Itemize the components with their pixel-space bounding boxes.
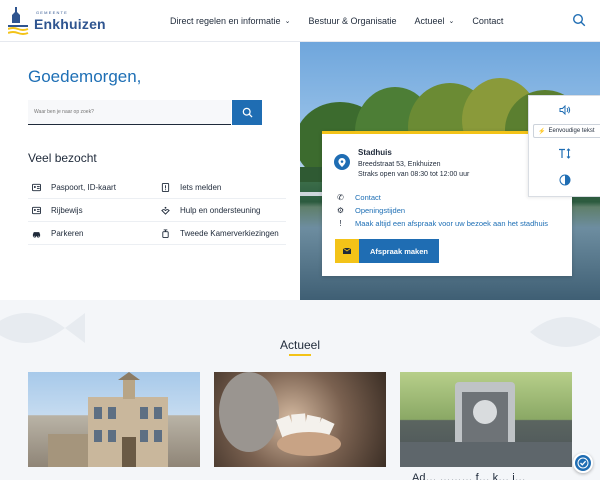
link-hulp[interactable]: Hulp en ondersteuning [157,199,286,221]
nav-direct-regelen[interactable]: Direct regelen en informatie ⌄ [170,16,290,26]
license-icon [32,206,41,214]
support-icon [161,206,170,215]
welcome-panel: Goedemorgen, Veel bezocht Paspoort, ID-k… [0,42,300,300]
contact-link[interactable]: Contact [355,193,381,202]
card-opening: Straks open van 08:30 tot 12:00 uur [358,171,470,178]
hours-row[interactable]: ⚙ Openingstijden [336,205,405,216]
notice-link[interactable]: Maak altijd een afspraak voor uw bezoek … [355,219,548,228]
contrast-button[interactable] [529,173,600,187]
news-title: Actueel [279,338,321,352]
text-size-icon [559,147,571,159]
search-icon[interactable] [572,13,586,27]
nav-actueel[interactable]: Actueel ⌄ [414,16,454,26]
link-label: Parkeren [51,228,84,238]
exclamation-icon: ! [339,219,342,228]
speaker-icon [559,105,571,115]
contact-row[interactable]: ✆ Contact [336,192,381,203]
appointment-button[interactable]: Afspraak maken [335,239,439,263]
card-address: Breedstraat 53, Enkhuizen [358,161,441,168]
nav-bestuur[interactable]: Bestuur & Organisatie [308,16,396,26]
link-row: Rijbewijs Hulp en ondersteuning [28,199,286,222]
phone-icon: ✆ [337,193,344,202]
nav-label: Direct regelen en informatie [170,16,281,26]
link-label: Tweede Kamerverkiezingen [180,228,279,238]
link-iets-melden[interactable]: Iets melden [157,176,286,198]
easy-text-button[interactable]: ⚡ Eenvoudige tekst [533,124,600,138]
popular-title: Veel bezocht [28,151,97,165]
chevron-down-icon: ⌄ [448,18,455,25]
location-pin-icon [334,154,350,170]
search-field-wrapper [28,100,231,125]
easy-text-label: Eenvoudige tekst [548,128,595,134]
logo-small-text: GEMEENTE [36,10,69,15]
accessibility-toolbar: ⚡ Eenvoudige tekst [528,95,600,197]
car-icon [32,231,41,238]
id-card-icon [32,183,41,191]
text-size-button[interactable] [529,146,600,160]
link-parkeren[interactable]: Parkeren [28,222,157,244]
ballot-icon [162,228,169,238]
report-icon [161,182,170,192]
news-card-image[interactable] [214,372,386,467]
container-photo [400,382,572,467]
link-label: Rijbewijs [51,205,83,215]
link-row: Parkeren Tweede Kamerverkiezingen [28,222,286,245]
link-rijbewijs[interactable]: Rijbewijs [28,199,157,221]
hours-link[interactable]: Openingstijden [355,206,405,215]
news-caption: Ad… ……… f… k… i… [412,472,526,480]
notice-row[interactable]: ! Maak altijd een afspraak voor uw bezoe… [336,218,548,229]
logo[interactable]: GEMEENTE Enkhuizen [8,5,106,37]
appointment-label: Afspraak maken [359,239,439,263]
contrast-icon [559,174,571,186]
popular-links: Paspoort, ID-kaart Iets melden Rijbewijs… [28,176,286,245]
cards-photo [219,372,341,456]
mail-icon [335,239,359,263]
nav-label: Actueel [414,16,445,26]
nav-label: Bestuur & Organisatie [308,16,397,26]
link-row: Paspoort, ID-kaart Iets melden [28,176,286,199]
link-verkiezingen[interactable]: Tweede Kamerverkiezingen [157,222,286,244]
town-hall-photo [48,372,168,467]
accessibility-fab[interactable] [573,453,593,473]
news-card-image[interactable] [28,372,200,467]
clock-icon: ⚙ [336,206,345,215]
bolt-icon: ⚡ [538,128,546,135]
fish-decoration-icon [530,317,600,347]
card-title: Stadhuis [358,148,392,157]
search-button[interactable] [232,100,262,125]
logo-mark-icon [8,7,29,35]
link-paspoort[interactable]: Paspoort, ID-kaart [28,176,157,198]
main-nav: Direct regelen en informatie ⌄ Bestuur &… [170,0,503,42]
read-aloud-button[interactable] [529,103,600,117]
search-input[interactable] [28,100,231,124]
link-label: Paspoort, ID-kaart [51,182,116,192]
link-label: Hulp en ondersteuning [180,205,261,215]
news-card-image[interactable] [400,372,572,467]
link-label: Iets melden [180,182,222,192]
logo-name: Enkhuizen [34,16,106,32]
news-section: Actueel [0,300,600,480]
greeting: Goedemorgen, [28,67,142,86]
news-title-underline [289,354,311,356]
chevron-down-icon: ⌄ [284,18,291,25]
nav-label: Contact [472,16,504,26]
search-icon [242,107,253,118]
accessibility-check-icon [577,457,589,469]
site-header: GEMEENTE Enkhuizen Direct regelen en inf… [0,0,600,42]
nav-contact[interactable]: Contact [472,16,503,26]
